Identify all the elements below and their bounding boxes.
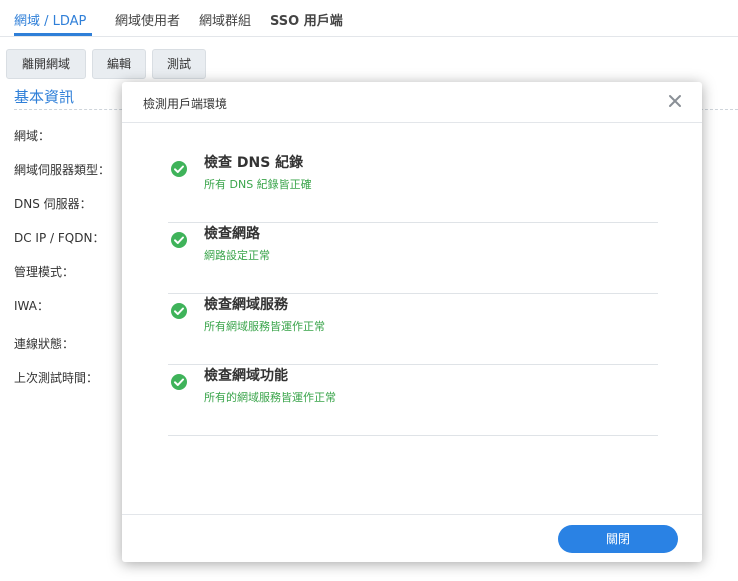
close-button[interactable]: 關閉	[558, 525, 678, 553]
check-circle-icon	[170, 231, 188, 249]
check-item-title: 檢查網域功能	[204, 368, 288, 384]
check-client-environment-dialog: 檢測用戶端環境 檢查 DNS 紀錄 所有 DNS 紀錄皆正確 檢查網路 網路設定…	[122, 82, 702, 562]
tab-bar: 網域 / LDAP 網域使用者 網域群組 SSO 用戶端	[0, 0, 738, 37]
close-icon[interactable]	[666, 92, 684, 110]
field-label-dns-server: DNS 伺服器：	[14, 197, 92, 211]
field-label-domain: 網域：	[14, 129, 51, 143]
field-label-server-type: 網域伺服器類型：	[14, 163, 111, 177]
tab-domain-ldap[interactable]: 網域 / LDAP	[14, 10, 86, 29]
dialog-title: 檢測用戶端環境	[143, 97, 228, 111]
check-item-network: 檢查網路 網路設定正常	[168, 223, 658, 294]
check-item-title: 檢查 DNS 紀錄	[204, 155, 304, 171]
field-label-connection-status: 連線狀態：	[14, 337, 75, 351]
tab-domain-groups[interactable]: 網域群組	[199, 10, 251, 29]
check-item-description: 所有的網域服務皆運作正常	[204, 391, 336, 404]
dialog-header: 檢測用戶端環境	[122, 82, 702, 123]
field-label-iwa: IWA：	[14, 299, 49, 313]
field-label-management-mode: 管理模式：	[14, 265, 75, 279]
field-label-dc-ip: DC IP / FQDN：	[14, 231, 105, 245]
dialog-footer: 關閉	[122, 514, 702, 563]
check-item-domain-functions: 檢查網域功能 所有的網域服務皆運作正常	[168, 365, 658, 436]
check-item-dns: 檢查 DNS 紀錄 所有 DNS 紀錄皆正確	[168, 152, 658, 223]
section-title-basic-info: 基本資訊	[14, 88, 75, 106]
check-circle-icon	[170, 302, 188, 320]
field-label-last-test-time: 上次測試時間：	[14, 371, 99, 385]
check-item-description: 所有 DNS 紀錄皆正確	[204, 178, 312, 191]
edit-button[interactable]: 編輯	[92, 49, 146, 79]
check-item-domain-services: 檢查網域服務 所有網域服務皆運作正常	[168, 294, 658, 365]
active-tab-indicator	[14, 33, 92, 36]
check-item-description: 網路設定正常	[204, 249, 270, 262]
check-item-title: 檢查網路	[204, 226, 260, 242]
check-circle-icon	[170, 160, 188, 178]
leave-domain-button[interactable]: 離開網域	[6, 49, 86, 79]
check-circle-icon	[170, 373, 188, 391]
test-button[interactable]: 測試	[152, 49, 206, 79]
check-item-description: 所有網域服務皆運作正常	[204, 320, 325, 333]
tab-sso-client[interactable]: SSO 用戶端	[270, 10, 343, 29]
tab-domain-users[interactable]: 網域使用者	[115, 10, 180, 29]
check-item-title: 檢查網域服務	[204, 297, 288, 313]
